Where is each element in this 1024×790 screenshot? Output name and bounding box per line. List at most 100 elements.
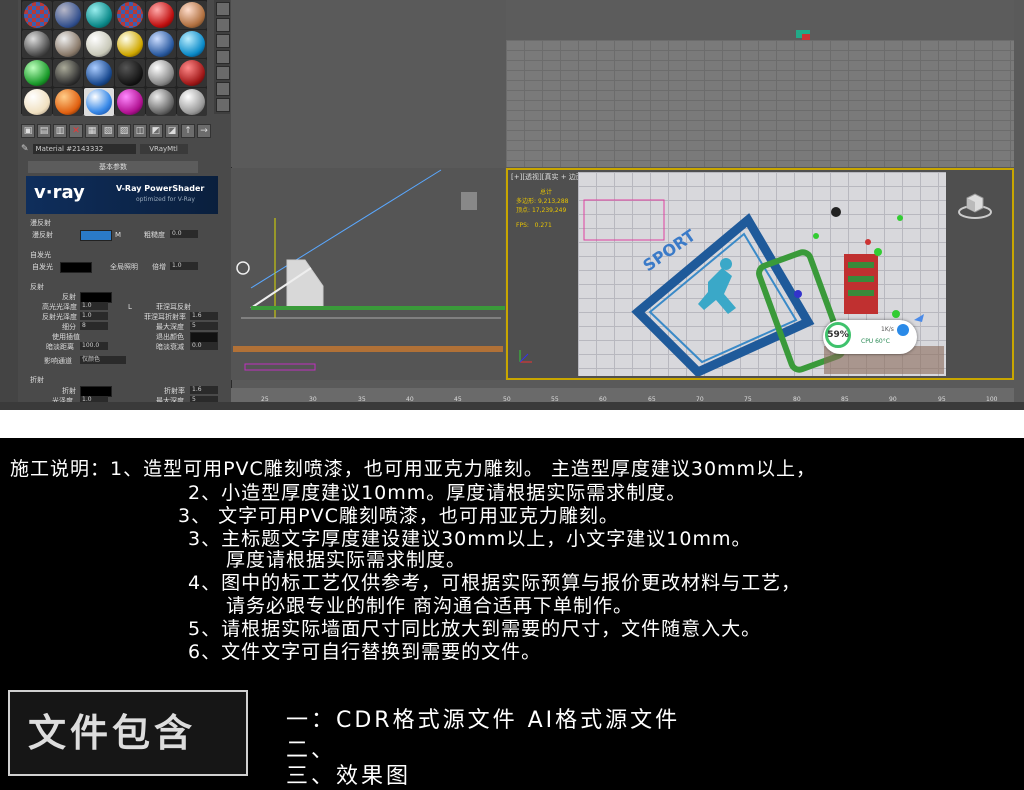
material-slot[interactable] — [22, 30, 52, 58]
options-button[interactable] — [216, 98, 230, 112]
file-item-1: 一：CDR格式源文件 AI格式源文件 — [286, 708, 681, 733]
material-slot[interactable] — [177, 30, 207, 58]
material-slot[interactable] — [84, 59, 114, 87]
uv-tiling-button[interactable] — [216, 50, 230, 64]
material-editor-panel: ▣ ▤ ▥ ✕ ▦ ▧ ▨ ◫ ◩ ◪ ↑ → ✎ Material #2143… — [18, 0, 232, 410]
3d-software-window: ▣ ▤ ▥ ✕ ▦ ▧ ▨ ◫ ◩ ◪ ↑ → ✎ Material #2143… — [0, 0, 1024, 410]
viewport-label[interactable]: [+][透视][真实 + 边面] — [511, 172, 586, 182]
selfillum-color-swatch[interactable] — [60, 262, 92, 273]
reflect-label: 反射 — [62, 293, 76, 301]
go-to-parent-icon[interactable]: ↑ — [181, 124, 195, 138]
front-viewport[interactable] — [231, 168, 505, 380]
note-line-5: 厚度请根据实际需求制度。 — [226, 549, 467, 571]
dim-distance-spinner[interactable]: 100.0 — [80, 342, 108, 350]
material-slot[interactable] — [22, 88, 52, 116]
diffuse-color-swatch[interactable] — [80, 230, 112, 241]
subdivs-spinner[interactable]: 8 — [80, 322, 108, 330]
refl-gloss-spinner[interactable]: 1.0 — [80, 312, 108, 320]
left-command-strip — [0, 0, 18, 410]
material-sample-slots — [21, 0, 207, 116]
system-monitor-widget[interactable]: 59% 1K/s CPU 60°C — [823, 320, 917, 354]
reset-material-icon[interactable]: ✕ — [69, 124, 83, 138]
material-slot[interactable] — [84, 1, 114, 29]
top-viewport[interactable] — [231, 0, 505, 167]
subdivs-label: 细分 — [62, 323, 76, 331]
viewcube-icon[interactable] — [958, 190, 992, 220]
eyedropper-icon[interactable]: ✎ — [21, 144, 29, 154]
note-line-6: 4、图中的标工艺仅供参考，可根据实际预算与报价更改材料与工艺， — [188, 572, 802, 594]
vray-shader-subtitle: optimized for V-Ray — [136, 196, 195, 203]
refl-gloss-label: 反射光泽度 — [42, 313, 77, 321]
material-slot[interactable] — [177, 1, 207, 29]
multiplier-spinner[interactable]: 1.0 — [170, 262, 198, 270]
max-depth-spinner[interactable]: 5 — [190, 322, 218, 330]
material-slot[interactable] — [84, 30, 114, 58]
material-slot[interactable] — [53, 30, 83, 58]
material-slot[interactable] — [53, 59, 83, 87]
note-line-2: 2、小造型厚度建议10mm。厚度请根据实际需求制度。 — [188, 482, 687, 504]
material-slot[interactable] — [177, 59, 207, 87]
material-type-button[interactable]: VRayMtl — [139, 144, 188, 154]
construction-notes: 施工说明：1、造型可用PVC雕刻喷漆，也可用亚克力雕刻。 主造型厚度建议30mm… — [0, 438, 1024, 688]
dim-falloff-spinner[interactable]: 0.0 — [190, 342, 218, 350]
hilight-gloss-spinner[interactable]: 1.0 — [80, 302, 108, 310]
material-slot[interactable] — [115, 1, 145, 29]
vray-banner: v·ray V-Ray PowerShader optimized for V-… — [26, 176, 218, 214]
multiplier-label: 倍增 — [152, 263, 166, 271]
polys-label: 多边形: — [516, 198, 537, 205]
roughness-label: 粗糙度 — [144, 231, 165, 239]
material-slot[interactable] — [84, 88, 114, 116]
backlight-button[interactable] — [216, 18, 230, 32]
material-slot[interactable] — [22, 1, 52, 29]
vray-logo: v·ray — [34, 182, 85, 203]
dim-falloff-label: 暗淡衰减 — [156, 343, 184, 351]
go-forward-icon[interactable]: → — [197, 124, 211, 138]
material-slot[interactable] — [146, 1, 176, 29]
basic-params-rollout[interactable]: 基本参数 — [28, 161, 198, 173]
material-slot[interactable] — [53, 88, 83, 116]
lock-button[interactable]: L — [128, 302, 132, 312]
show-map-icon[interactable]: ◩ — [149, 124, 163, 138]
note-line-1: 施工说明：1、造型可用PVC雕刻喷漆，也可用亚克力雕刻。 主造型厚度建议30mm… — [10, 458, 817, 480]
material-slot[interactable] — [177, 88, 207, 116]
left-viewport[interactable] — [506, 0, 1014, 167]
fresnel-checkbox-label[interactable]: 菲涅耳反射 — [156, 302, 191, 312]
material-id-icon[interactable]: ◫ — [133, 124, 147, 138]
material-slot[interactable] — [115, 59, 145, 87]
copy-material-icon[interactable]: ▦ — [85, 124, 99, 138]
polys-value: 9,213,288 — [537, 198, 569, 205]
assign-material-icon[interactable]: ▥ — [53, 124, 67, 138]
material-slot[interactable] — [146, 88, 176, 116]
use-interp-label[interactable]: 使用插值 — [52, 332, 80, 342]
note-line-4: 3、主标题文字厚度建设建议30mm以上，小文字建议10mm。 — [188, 528, 752, 550]
affect-channels-dropdown[interactable]: 仅颜色 — [80, 356, 126, 364]
background-button[interactable] — [216, 34, 230, 48]
material-slot[interactable] — [22, 59, 52, 87]
sample-type-button[interactable] — [216, 2, 230, 16]
fresnel-ior-spinner[interactable]: 1.6 — [190, 312, 218, 320]
material-slot[interactable] — [115, 30, 145, 58]
material-slot[interactable] — [146, 30, 176, 58]
put-to-library-icon[interactable]: ▨ — [117, 124, 131, 138]
time-slider-ruler[interactable]: 25 30 35 40 45 50 55 60 65 70 75 80 85 90 95 100 — [231, 388, 1014, 403]
material-slot[interactable] — [53, 1, 83, 29]
make-preview-button[interactable] — [216, 82, 230, 96]
put-to-scene-icon[interactable]: ▤ — [37, 124, 51, 138]
ior-spinner[interactable]: 1.6 — [190, 386, 218, 394]
get-material-icon[interactable]: ▣ — [21, 124, 35, 138]
material-name-field[interactable]: Material #2143332 — [32, 144, 136, 154]
scene-object-small — [506, 14, 1014, 40]
roughness-spinner[interactable]: 0.0 — [170, 230, 198, 238]
fresnel-ior-label: 菲涅耳折射率 — [144, 313, 186, 321]
show-end-result-icon[interactable]: ◪ — [165, 124, 179, 138]
scene-statistics: 总计 多边形: 9,213,288 顶点: 17,239,249 FPS: 0.… — [516, 188, 569, 230]
axis-tripod-icon — [519, 350, 532, 363]
material-slot[interactable] — [146, 59, 176, 87]
video-color-check-button[interactable] — [216, 66, 230, 80]
perspective-viewport[interactable]: [+][透视][真实 + 边面] 总计 多边形: 9,213,288 顶点: 1… — [506, 168, 1014, 380]
material-slot[interactable] — [115, 88, 145, 116]
make-unique-icon[interactable]: ▧ — [101, 124, 115, 138]
front-view-drawing — [233, 169, 505, 371]
gi-checkbox-label[interactable]: 全局照明 — [110, 262, 138, 272]
diffuse-map-button[interactable]: M — [115, 230, 121, 240]
